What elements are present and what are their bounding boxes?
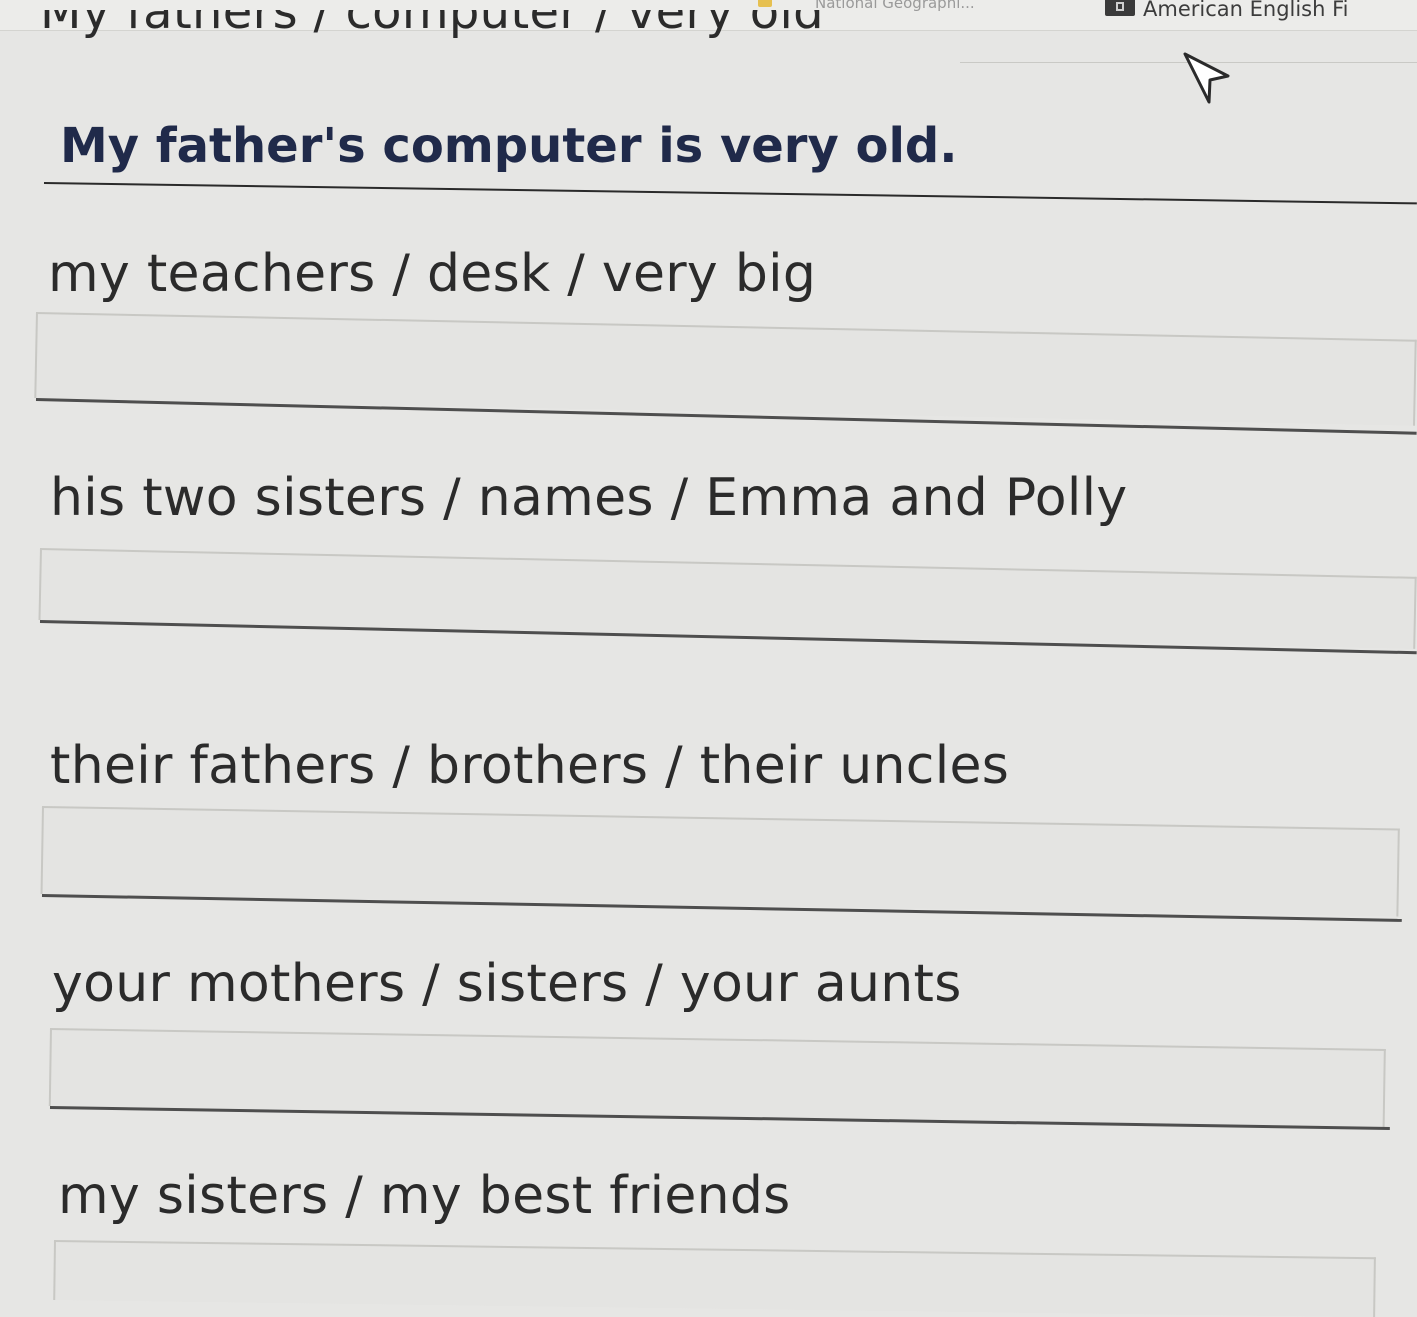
folder-icon[interactable] bbox=[758, 0, 772, 7]
answer-input-5[interactable] bbox=[53, 1240, 1376, 1317]
bookmark-page-icon[interactable] bbox=[1105, 0, 1135, 16]
exercise-prompt-5: my sisters / my best friends bbox=[58, 1166, 791, 1226]
answer-input-2[interactable] bbox=[38, 548, 1417, 649]
exercise-prompt-4: your mothers / sisters / your aunts bbox=[52, 954, 962, 1014]
mouse-pointer-icon bbox=[1183, 52, 1230, 104]
bookmark-national-geographic[interactable]: National Geographi... bbox=[815, 0, 975, 12]
example-prompt: My fathers / computer / very old bbox=[40, 10, 824, 40]
example-answer-line bbox=[43, 182, 1417, 205]
bookmark-american-english[interactable]: American English Fi bbox=[1143, 0, 1349, 21]
example-answer: My father's computer is very old. bbox=[60, 118, 958, 174]
exercise-prompt-1: my teachers / desk / very big bbox=[48, 244, 817, 304]
exercise-prompt-2: his two sisters / names / Emma and Polly bbox=[50, 468, 1128, 528]
answer-input-1[interactable] bbox=[34, 312, 1417, 426]
exercise-prompt-3: their fathers / brothers / their uncles bbox=[50, 736, 1010, 796]
